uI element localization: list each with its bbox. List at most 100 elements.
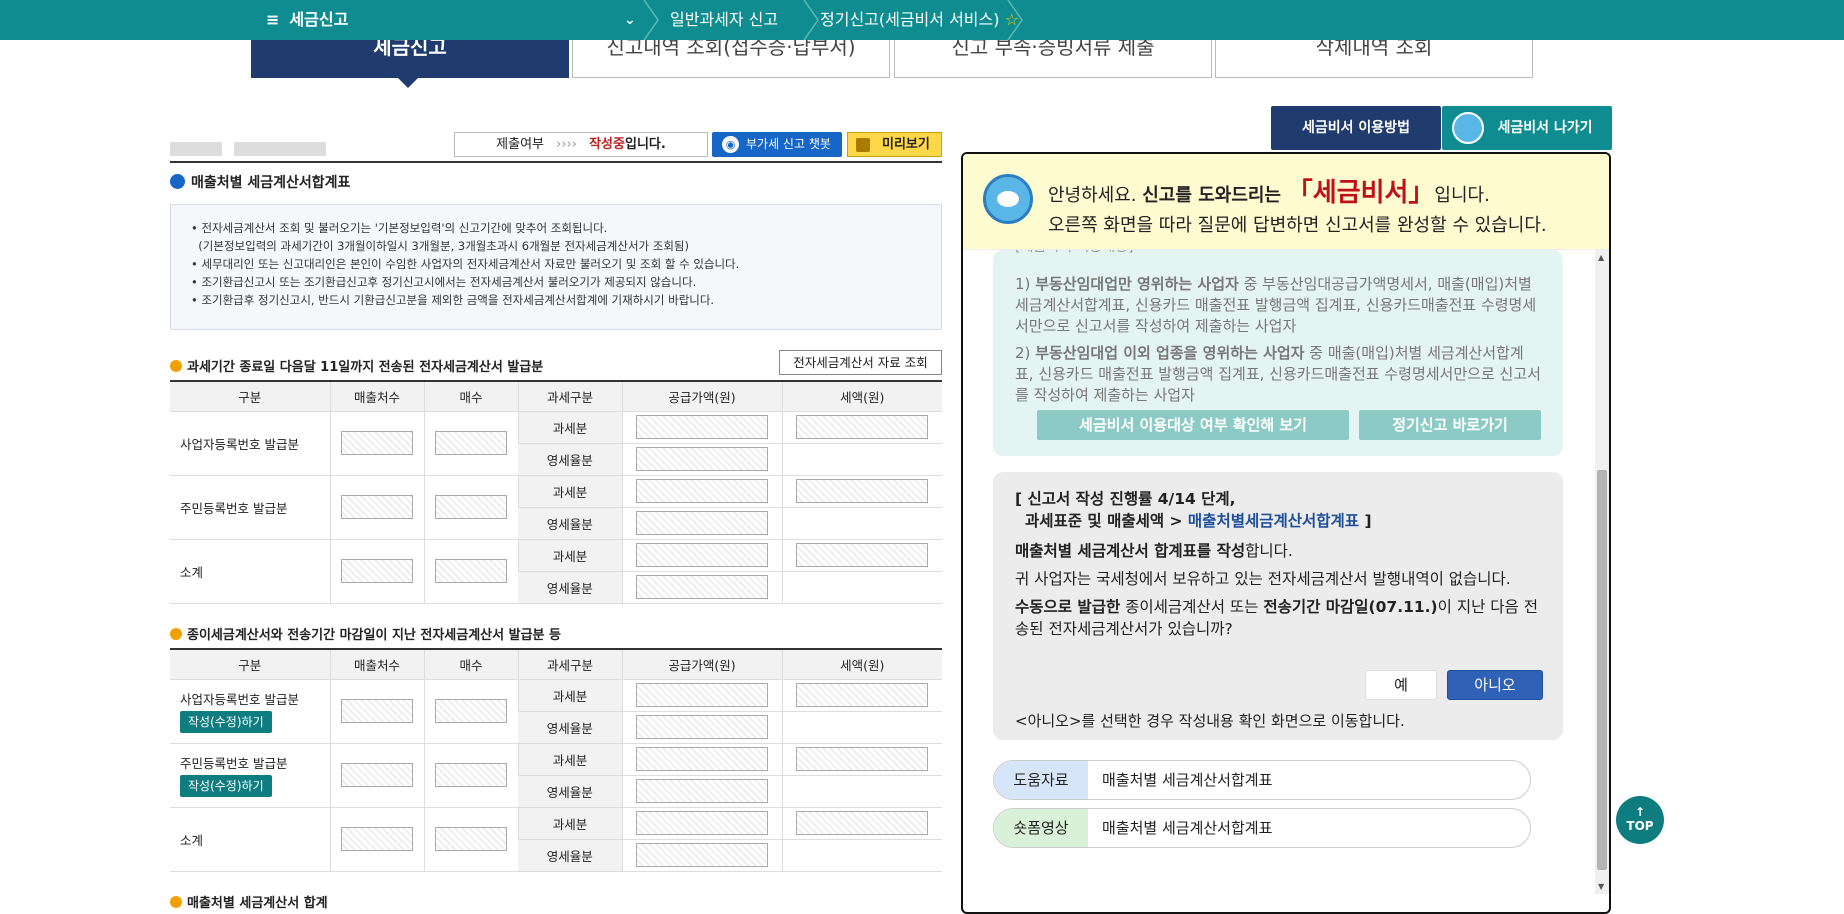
tax-amount-input[interactable] — [796, 747, 929, 771]
subsection-title-text: 종이세금계산서와 전송기간 마감일이 지난 전자세금계산서 발급분 등 — [187, 628, 561, 643]
subsection-title-text: 매출처별 세금계산서 합계 — [187, 896, 328, 911]
tab-filing-history[interactable]: 신고내역 조회(접수증·납부서) — [572, 40, 890, 78]
supply-amount-input[interactable] — [636, 779, 768, 803]
customer-count-input[interactable] — [341, 699, 413, 723]
type-label: 영세율분 — [518, 775, 622, 808]
invoice-count-input[interactable] — [435, 431, 507, 455]
scroll-top-button[interactable]: ↑ TOP — [1616, 796, 1664, 844]
empty-cell — [781, 839, 942, 872]
video-resource-row[interactable]: 숏폼영상 매출처별 세금계산서합계표 — [993, 808, 1531, 848]
no-button[interactable]: 아니오 — [1447, 670, 1543, 700]
tab-deleted-history[interactable]: 삭제내역 조회 — [1215, 40, 1533, 78]
table-header: 매수 — [423, 648, 518, 680]
table-header: 공급가액(원) — [621, 648, 782, 680]
tab-attachments[interactable]: 신고 부속·증빙서류 제출 — [894, 40, 1212, 78]
row-label: 소계 — [170, 807, 330, 872]
ask-part: 수동으로 발급한 — [1015, 598, 1121, 616]
goto-regular-filing-button[interactable]: 정기신고 바로가기 — [1359, 410, 1541, 440]
tax-amount-input[interactable] — [796, 811, 929, 835]
customer-count-input[interactable] — [341, 495, 413, 519]
edit-button[interactable]: 작성(수정)하기 — [180, 775, 272, 797]
invoice-count-cell — [423, 475, 518, 540]
arrow-circle-icon — [170, 174, 185, 189]
ask-part: 전송기간 마감일(07.11.) — [1263, 598, 1438, 616]
row-label-cell: 사업자등록번호 발급분 작성(수정)하기 — [170, 679, 330, 744]
supply-amount-input[interactable] — [636, 575, 768, 599]
tax-amount-input[interactable] — [796, 543, 929, 567]
invoice-count-input[interactable] — [435, 699, 507, 723]
supply-amount-cell — [621, 539, 782, 572]
preview-label: 미리보기 — [882, 137, 930, 152]
supply-amount-input[interactable] — [636, 543, 768, 567]
customer-count-input[interactable] — [341, 559, 413, 583]
help-resource-row[interactable]: 도움자료 매출처별 세금계산서합계표 — [993, 760, 1531, 800]
subsection-title-text: 과세기간 종료일 다음달 11일까지 전송된 전자세금계산서 발급분 — [187, 360, 544, 375]
tax-amount-input[interactable] — [796, 479, 929, 503]
table-row: 사업자등록번호 발급분 작성(수정)하기 과세분 — [170, 679, 942, 744]
progress-line-2: 과세표준 및 매출세액 > 매출처별세금계산서합계표 ] — [1015, 510, 1541, 532]
invoice-count-cell — [423, 807, 518, 872]
greeting-line-2: 오른쪽 화면을 따라 질문에 답변하면 신고서를 완성할 수 있습니다. — [1048, 215, 1547, 236]
scrollbar[interactable]: ▲ ▼ — [1595, 250, 1609, 894]
help-label: 도움자료 — [994, 761, 1088, 799]
supply-amount-cell — [621, 679, 782, 712]
scroll-up-icon[interactable]: ▲ — [1598, 253, 1604, 262]
chat-scroll-area[interactable]: [세금비서 이용대상] 1) 부동산임대업만 영위하는 사업자 중 부동산임대공… — [963, 250, 1609, 912]
invoice-count-input[interactable] — [435, 827, 507, 851]
supply-amount-cell — [621, 743, 782, 776]
customer-count-cell — [329, 743, 424, 808]
vat-chatbot-button[interactable]: ◉ 부가세 신고 챗봇 — [712, 132, 842, 157]
video-text: 매출처별 세금계산서합계표 — [1102, 819, 1273, 837]
customer-count-input[interactable] — [341, 827, 413, 851]
supply-amount-input[interactable] — [636, 747, 768, 771]
table-header: 구분 — [170, 380, 330, 412]
yes-button[interactable]: 예 — [1365, 670, 1437, 700]
type-label: 영세율분 — [518, 839, 622, 872]
greeting-suffix: 입니다. — [1434, 185, 1490, 206]
e-invoice-lookup-button[interactable]: 전자세금계산서 자료 조회 — [779, 350, 942, 375]
empty-cell — [781, 443, 942, 476]
customer-count-input[interactable] — [341, 431, 413, 455]
supply-amount-input[interactable] — [636, 415, 768, 439]
top-label: TOP — [1626, 819, 1654, 833]
supply-amount-input[interactable] — [636, 683, 768, 707]
invoice-count-input[interactable] — [435, 559, 507, 583]
tax-amount-input[interactable] — [796, 683, 929, 707]
supply-amount-input[interactable] — [636, 447, 768, 471]
bullet-icon — [170, 628, 182, 640]
tax-amount-input[interactable] — [796, 415, 929, 439]
supply-amount-input[interactable] — [636, 479, 768, 503]
check-eligibility-button[interactable]: 세금비서 이용대상 여부 확인해 보기 — [1037, 410, 1349, 440]
progress-current: 매출처별세금계산서합계표 — [1187, 512, 1360, 530]
guide-button[interactable]: 세금비서 이용방법 — [1271, 106, 1441, 150]
supply-amount-input[interactable] — [636, 511, 768, 535]
tab-tax-filing[interactable]: 세금신고 — [251, 40, 569, 78]
supply-amount-input[interactable] — [636, 715, 768, 739]
invoice-count-input[interactable] — [435, 495, 507, 519]
chevron-down-icon[interactable]: ⌄ — [624, 0, 636, 40]
greeting-bold: 신고를 도와드리는 — [1142, 185, 1281, 206]
menu-button[interactable]: ≡ 세금신고 — [266, 0, 348, 40]
info-box: • 전자세금계산서 조회 및 불러오기는 '기본정보입력'의 신고기간에 맞추어… — [170, 204, 942, 330]
breadcrumb-regular-filing[interactable]: 정기신고(세금비서 서비스) ☆ — [820, 0, 1019, 40]
breadcrumb-separator-icon — [803, 0, 819, 40]
customer-count-cell — [329, 679, 424, 744]
eligibility-box: [세금비서 이용대상] 1) 부동산임대업만 영위하는 사업자 중 부동산임대공… — [993, 250, 1563, 456]
exit-button[interactable]: 세금비서 나가기 — [1442, 106, 1612, 150]
supply-amount-input[interactable] — [636, 811, 768, 835]
bullet-icon — [170, 360, 182, 372]
customer-count-input[interactable] — [341, 763, 413, 787]
breadcrumb-general-taxpayer[interactable]: 일반과세자 신고 — [670, 0, 778, 40]
type-label: 영세율분 — [518, 507, 622, 540]
preview-button[interactable]: 미리보기 — [847, 132, 942, 157]
scrollbar-thumb[interactable] — [1597, 470, 1607, 870]
progress-step: 과세표준 및 매출세액 > — [1025, 512, 1188, 530]
invoice-count-input[interactable] — [435, 763, 507, 787]
supply-amount-cell — [621, 775, 782, 808]
scroll-down-icon[interactable]: ▼ — [1598, 882, 1604, 891]
supply-amount-input[interactable] — [636, 843, 768, 867]
exit-label: 세금비서 나가기 — [1497, 120, 1593, 136]
supply-amount-cell — [621, 571, 782, 604]
blurred-text — [170, 142, 222, 156]
edit-button[interactable]: 작성(수정)하기 — [180, 711, 272, 733]
